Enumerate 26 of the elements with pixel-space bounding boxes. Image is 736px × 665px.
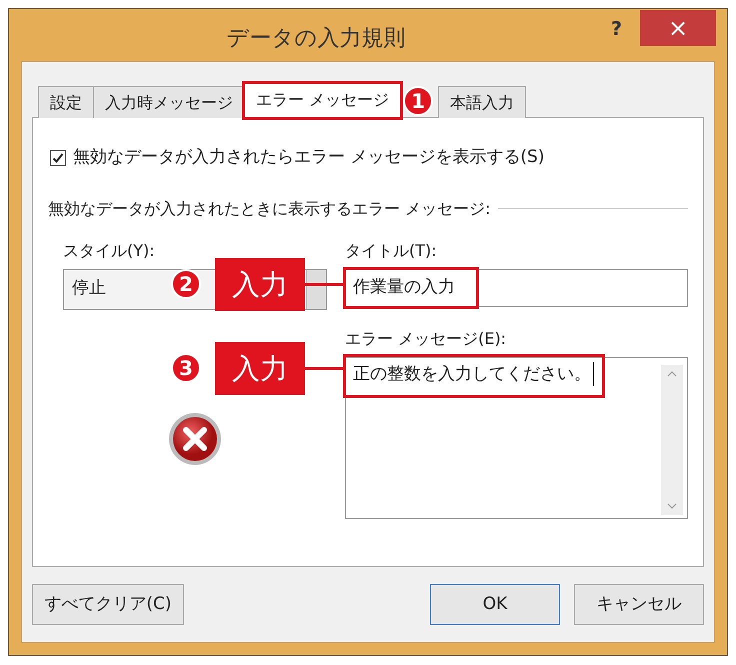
dialog-button[interactable]: すべてクリア(C) (32, 584, 184, 625)
leader-line (305, 367, 345, 370)
dialog-button[interactable]: キャンセル (574, 584, 704, 625)
tab[interactable]: 本語入力 (438, 86, 526, 118)
dialog-button[interactable]: OK (430, 584, 560, 625)
help-button[interactable]: ? (610, 14, 622, 44)
checkbox-label[interactable]: 無効なデータが入力されたらエラー メッセージを表示する(S) (73, 145, 544, 170)
title-label: タイトル(T): (345, 240, 438, 262)
dropdown-button[interactable] (306, 270, 326, 308)
scroll-down-icon[interactable] (667, 502, 677, 508)
error-icon (168, 412, 222, 466)
tab[interactable]: エラー メッセージ (244, 83, 402, 118)
tab[interactable]: 入力時メッセージ (93, 86, 245, 118)
leader-line (305, 283, 345, 286)
group-label: 無効なデータが入力されたときに表示するエラー メッセージ: (48, 198, 490, 220)
checkbox[interactable] (50, 150, 66, 166)
callout-label: 入力 (215, 342, 305, 395)
message-label: エラー メッセージ(E): (345, 328, 508, 350)
close-button[interactable]: × (640, 10, 716, 46)
message-field[interactable]: 正の整数を入力してください。 (345, 356, 688, 518)
window-title: データの入力規則 (225, 24, 406, 52)
tab[interactable]: 設定 (38, 86, 94, 118)
style-label: スタイル(Y): (63, 240, 156, 262)
callout-label: 入力 (215, 258, 305, 311)
scrollbar[interactable] (661, 364, 683, 514)
scroll-up-icon[interactable] (667, 370, 677, 376)
